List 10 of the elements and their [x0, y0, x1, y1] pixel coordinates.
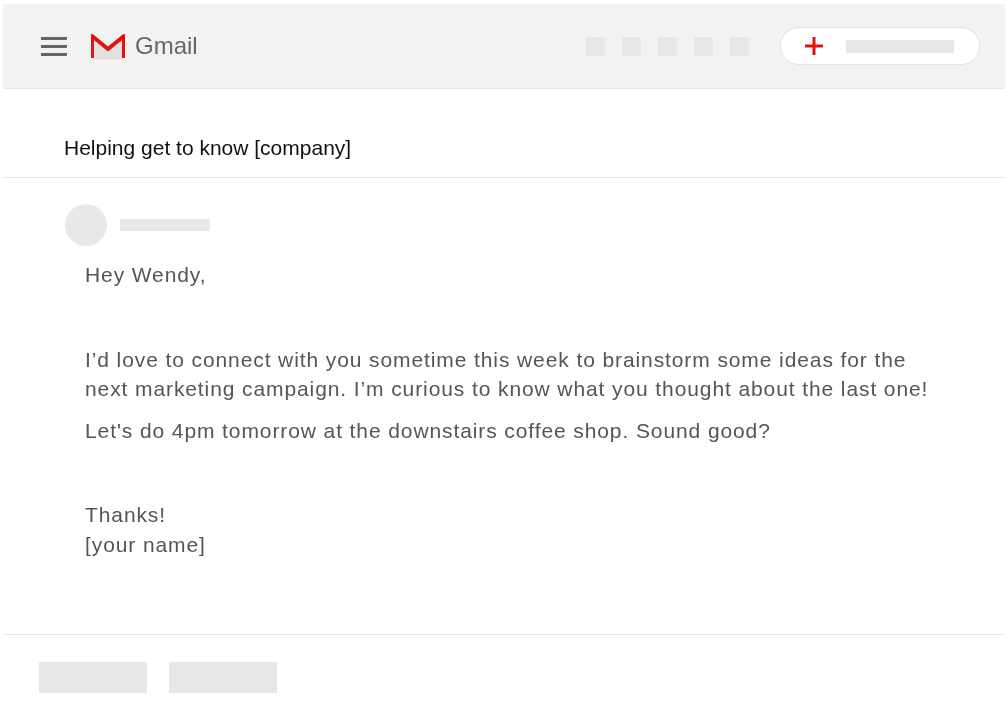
- menu-icon[interactable]: [41, 36, 67, 56]
- plus-icon: [804, 36, 824, 56]
- message-text: Let's do 4pm tomorrow at the downstairs coffee shop. Sound good?: [85, 417, 771, 444]
- message-text: Thanks!: [85, 502, 166, 528]
- email-subject: Helping get to know [company]: [3, 89, 1005, 178]
- message-text: Hey Wendy,: [85, 262, 207, 288]
- message-text: I’d love to connect with you sometime this week to brainstorm some ideas for the next marketing campaign. I’m curious to know what you thought about the last one!: [85, 346, 930, 402]
- envelope-logo-icon: [91, 33, 125, 59]
- app-name: Gmail: [135, 32, 198, 60]
- message-text: [your name]: [85, 531, 206, 558]
